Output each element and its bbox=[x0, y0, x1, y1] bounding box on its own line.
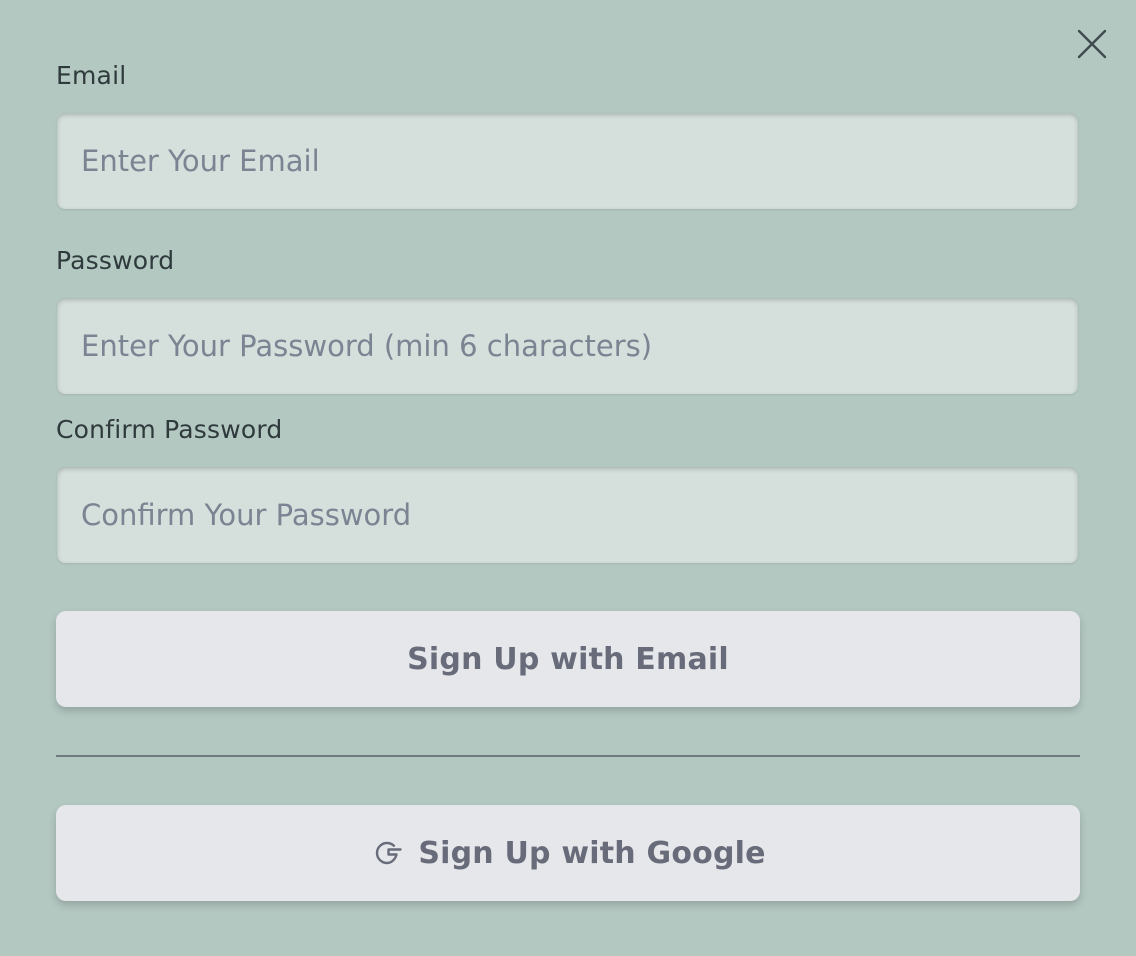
confirm-password-field[interactable] bbox=[57, 467, 1078, 563]
sign-up-google-button[interactable]: Sign Up with Google bbox=[56, 805, 1080, 901]
confirm-password-label: Confirm Password bbox=[56, 415, 283, 444]
divider bbox=[56, 755, 1080, 757]
email-field[interactable] bbox=[57, 113, 1078, 209]
close-icon bbox=[1077, 29, 1107, 59]
email-label: Email bbox=[56, 61, 127, 90]
sign-up-email-button[interactable]: Sign Up with Email bbox=[56, 611, 1080, 707]
password-field[interactable] bbox=[57, 298, 1078, 394]
google-icon bbox=[370, 835, 406, 871]
password-label: Password bbox=[56, 246, 175, 275]
close-button[interactable] bbox=[1074, 26, 1110, 62]
sign-up-google-label: Sign Up with Google bbox=[418, 835, 766, 871]
sign-up-email-label: Sign Up with Email bbox=[407, 641, 729, 677]
